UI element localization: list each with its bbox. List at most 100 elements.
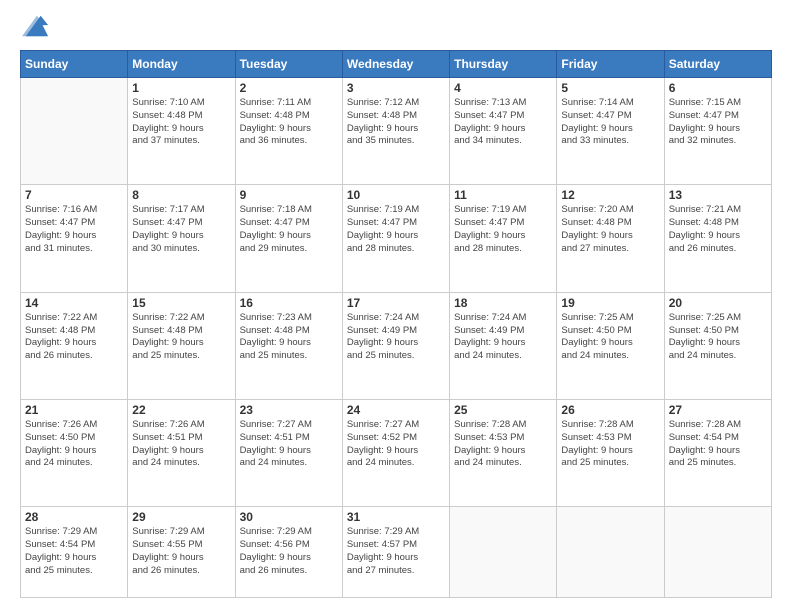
calendar-cell: 11 Sunrise: 7:19 AM Sunset: 4:47 PM Dayli… — [450, 185, 557, 292]
day-info: Sunrise: 7:29 AM Sunset: 4:56 PM Dayligh… — [240, 526, 338, 577]
calendar-week-row: 7 Sunrise: 7:16 AM Sunset: 4:47 PM Daylig… — [21, 185, 772, 292]
day-number: 3 — [347, 81, 445, 95]
calendar-cell — [557, 507, 664, 598]
calendar-week-row: 28 Sunrise: 7:29 AM Sunset: 4:54 PM Dayli… — [21, 507, 772, 598]
day-number: 6 — [669, 81, 767, 95]
day-info: Sunrise: 7:25 AM Sunset: 4:50 PM Dayligh… — [561, 312, 659, 363]
calendar-cell: 2 Sunrise: 7:11 AM Sunset: 4:48 PM Daylig… — [235, 78, 342, 185]
day-number: 11 — [454, 188, 552, 202]
calendar-cell: 22 Sunrise: 7:26 AM Sunset: 4:51 PM Dayli… — [128, 400, 235, 507]
calendar-cell: 6 Sunrise: 7:15 AM Sunset: 4:47 PM Daylig… — [664, 78, 771, 185]
day-info: Sunrise: 7:26 AM Sunset: 4:50 PM Dayligh… — [25, 419, 123, 470]
weekday-header: Saturday — [664, 51, 771, 78]
calendar-table: SundayMondayTuesdayWednesdayThursdayFrid… — [20, 50, 772, 598]
day-info: Sunrise: 7:13 AM Sunset: 4:47 PM Dayligh… — [454, 97, 552, 148]
day-info: Sunrise: 7:22 AM Sunset: 4:48 PM Dayligh… — [25, 312, 123, 363]
weekday-header: Sunday — [21, 51, 128, 78]
day-info: Sunrise: 7:26 AM Sunset: 4:51 PM Dayligh… — [132, 419, 230, 470]
day-info: Sunrise: 7:11 AM Sunset: 4:48 PM Dayligh… — [240, 97, 338, 148]
day-info: Sunrise: 7:10 AM Sunset: 4:48 PM Dayligh… — [132, 97, 230, 148]
day-info: Sunrise: 7:28 AM Sunset: 4:53 PM Dayligh… — [454, 419, 552, 470]
weekday-header: Thursday — [450, 51, 557, 78]
day-info: Sunrise: 7:27 AM Sunset: 4:51 PM Dayligh… — [240, 419, 338, 470]
day-info: Sunrise: 7:23 AM Sunset: 4:48 PM Dayligh… — [240, 312, 338, 363]
day-number: 17 — [347, 296, 445, 310]
day-info: Sunrise: 7:29 AM Sunset: 4:55 PM Dayligh… — [132, 526, 230, 577]
weekday-header-row: SundayMondayTuesdayWednesdayThursdayFrid… — [21, 51, 772, 78]
calendar-cell: 23 Sunrise: 7:27 AM Sunset: 4:51 PM Dayli… — [235, 400, 342, 507]
day-info: Sunrise: 7:24 AM Sunset: 4:49 PM Dayligh… — [454, 312, 552, 363]
day-info: Sunrise: 7:12 AM Sunset: 4:48 PM Dayligh… — [347, 97, 445, 148]
day-number: 4 — [454, 81, 552, 95]
day-number: 19 — [561, 296, 659, 310]
calendar-week-row: 21 Sunrise: 7:26 AM Sunset: 4:50 PM Dayli… — [21, 400, 772, 507]
calendar-cell: 21 Sunrise: 7:26 AM Sunset: 4:50 PM Dayli… — [21, 400, 128, 507]
weekday-header: Friday — [557, 51, 664, 78]
calendar-cell: 31 Sunrise: 7:29 AM Sunset: 4:57 PM Dayli… — [342, 507, 449, 598]
day-number: 16 — [240, 296, 338, 310]
calendar-cell: 25 Sunrise: 7:28 AM Sunset: 4:53 PM Dayli… — [450, 400, 557, 507]
day-info: Sunrise: 7:17 AM Sunset: 4:47 PM Dayligh… — [132, 204, 230, 255]
calendar-week-row: 14Sunrise: 7:22 AM Sunset: 4:48 PM Dayli… — [21, 292, 772, 399]
calendar-cell: 3 Sunrise: 7:12 AM Sunset: 4:48 PM Daylig… — [342, 78, 449, 185]
page: SundayMondayTuesdayWednesdayThursdayFrid… — [0, 0, 792, 612]
calendar-cell: 13Sunrise: 7:21 AM Sunset: 4:48 PM Dayli… — [664, 185, 771, 292]
day-number: 9 — [240, 188, 338, 202]
day-info: Sunrise: 7:22 AM Sunset: 4:48 PM Dayligh… — [132, 312, 230, 363]
calendar-cell — [450, 507, 557, 598]
day-info: Sunrise: 7:20 AM Sunset: 4:48 PM Dayligh… — [561, 204, 659, 255]
day-number: 15 — [132, 296, 230, 310]
weekday-header: Monday — [128, 51, 235, 78]
day-number: 29 — [132, 510, 230, 524]
day-number: 13 — [669, 188, 767, 202]
day-info: Sunrise: 7:29 AM Sunset: 4:57 PM Dayligh… — [347, 526, 445, 577]
day-info: Sunrise: 7:28 AM Sunset: 4:54 PM Dayligh… — [669, 419, 767, 470]
day-info: Sunrise: 7:15 AM Sunset: 4:47 PM Dayligh… — [669, 97, 767, 148]
calendar-cell: 12 Sunrise: 7:20 AM Sunset: 4:48 PM Dayli… — [557, 185, 664, 292]
calendar-cell: 9Sunrise: 7:18 AM Sunset: 4:47 PM Daylig… — [235, 185, 342, 292]
calendar-cell: 20 Sunrise: 7:25 AM Sunset: 4:50 PM Dayli… — [664, 292, 771, 399]
day-number: 5 — [561, 81, 659, 95]
calendar-cell — [664, 507, 771, 598]
calendar-cell: 18 Sunrise: 7:24 AM Sunset: 4:49 PM Dayli… — [450, 292, 557, 399]
day-info: Sunrise: 7:19 AM Sunset: 4:47 PM Dayligh… — [454, 204, 552, 255]
day-info: Sunrise: 7:27 AM Sunset: 4:52 PM Dayligh… — [347, 419, 445, 470]
day-number: 22 — [132, 403, 230, 417]
day-number: 1 — [132, 81, 230, 95]
logo-icon — [22, 12, 50, 40]
calendar-cell: 26Sunrise: 7:28 AM Sunset: 4:53 PM Dayli… — [557, 400, 664, 507]
calendar-cell: 4 Sunrise: 7:13 AM Sunset: 4:47 PM Daylig… — [450, 78, 557, 185]
day-number: 23 — [240, 403, 338, 417]
weekday-header: Wednesday — [342, 51, 449, 78]
day-number: 21 — [25, 403, 123, 417]
calendar-cell: 8 Sunrise: 7:17 AM Sunset: 4:47 PM Daylig… — [128, 185, 235, 292]
day-number: 31 — [347, 510, 445, 524]
day-number: 12 — [561, 188, 659, 202]
day-number: 30 — [240, 510, 338, 524]
calendar-cell: 28 Sunrise: 7:29 AM Sunset: 4:54 PM Dayli… — [21, 507, 128, 598]
calendar-cell: 10 Sunrise: 7:19 AM Sunset: 4:47 PM Dayli… — [342, 185, 449, 292]
weekday-header: Tuesday — [235, 51, 342, 78]
day-info: Sunrise: 7:16 AM Sunset: 4:47 PM Dayligh… — [25, 204, 123, 255]
day-info: Sunrise: 7:28 AM Sunset: 4:53 PM Dayligh… — [561, 419, 659, 470]
day-number: 18 — [454, 296, 552, 310]
day-number: 2 — [240, 81, 338, 95]
calendar-cell: 5Sunrise: 7:14 AM Sunset: 4:47 PM Daylig… — [557, 78, 664, 185]
day-number: 8 — [132, 188, 230, 202]
day-number: 10 — [347, 188, 445, 202]
day-info: Sunrise: 7:29 AM Sunset: 4:54 PM Dayligh… — [25, 526, 123, 577]
day-number: 25 — [454, 403, 552, 417]
day-number: 28 — [25, 510, 123, 524]
day-number: 24 — [347, 403, 445, 417]
calendar-cell — [21, 78, 128, 185]
day-number: 20 — [669, 296, 767, 310]
day-info: Sunrise: 7:25 AM Sunset: 4:50 PM Dayligh… — [669, 312, 767, 363]
calendar-cell: 7 Sunrise: 7:16 AM Sunset: 4:47 PM Daylig… — [21, 185, 128, 292]
calendar-cell: 15 Sunrise: 7:22 AM Sunset: 4:48 PM Dayli… — [128, 292, 235, 399]
day-info: Sunrise: 7:19 AM Sunset: 4:47 PM Dayligh… — [347, 204, 445, 255]
top-section — [20, 18, 772, 40]
logo — [20, 18, 50, 40]
calendar-cell: 30 Sunrise: 7:29 AM Sunset: 4:56 PM Dayli… — [235, 507, 342, 598]
calendar-cell: 27Sunrise: 7:28 AM Sunset: 4:54 PM Dayli… — [664, 400, 771, 507]
day-number: 7 — [25, 188, 123, 202]
